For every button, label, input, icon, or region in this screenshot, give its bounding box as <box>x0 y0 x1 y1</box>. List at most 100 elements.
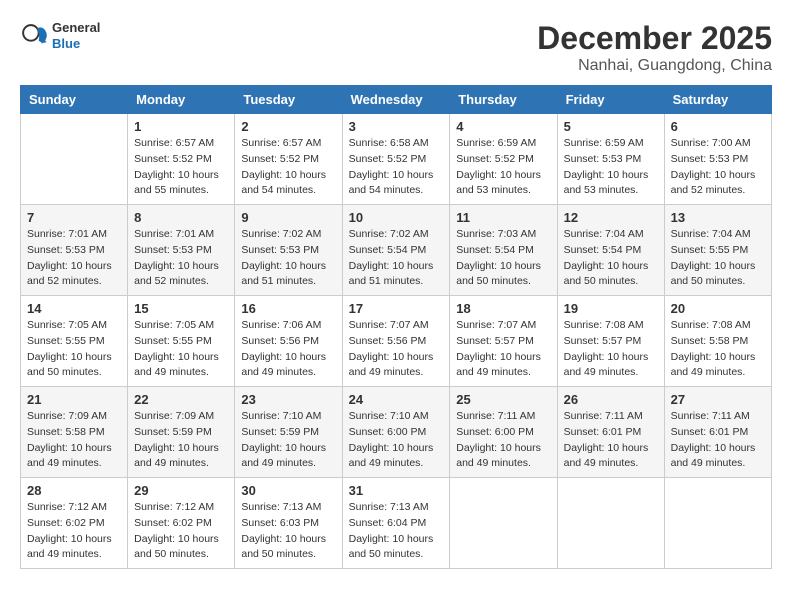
calendar-cell: 29 Sunrise: 7:12 AM Sunset: 6:02 PM Dayli… <box>128 478 235 569</box>
day-number: 3 <box>349 119 444 134</box>
location-title: Nanhai, Guangdong, China <box>537 57 772 75</box>
day-number: 17 <box>349 301 444 316</box>
day-number: 11 <box>456 210 550 225</box>
day-info: Sunrise: 6:57 AM Sunset: 5:52 PM Dayligh… <box>241 136 335 199</box>
calendar-table: SundayMondayTuesdayWednesdayThursdayFrid… <box>20 85 772 569</box>
day-info: Sunrise: 7:10 AM Sunset: 5:59 PM Dayligh… <box>241 409 335 472</box>
calendar-cell: 24Sunrise: 7:10 AM Sunset: 6:00 PM Dayli… <box>342 387 450 478</box>
day-info: Sunrise: 6:58 AM Sunset: 5:52 PM Dayligh… <box>349 136 444 199</box>
day-number: 26 <box>564 392 658 407</box>
day-number: 20 <box>671 301 765 316</box>
calendar-cell: 27 Sunrise: 7:11 AM Sunset: 6:01 PM Dayli… <box>664 387 771 478</box>
calendar-cell: 4 Sunrise: 6:59 AM Sunset: 5:52 PM Daylig… <box>450 114 557 205</box>
calendar-cell <box>557 478 664 569</box>
calendar-cell: 7 Sunrise: 7:01 AM Sunset: 5:53 PM Daylig… <box>21 205 128 296</box>
day-info: Sunrise: 7:09 AM Sunset: 5:58 PM Dayligh… <box>27 409 121 472</box>
day-number: 15 <box>134 301 228 316</box>
logo-icon <box>20 22 48 50</box>
calendar-cell: 25 Sunrise: 7:11 AM Sunset: 6:00 PM Dayli… <box>450 387 557 478</box>
logo-text: General Blue <box>52 20 100 51</box>
calendar-cell <box>450 478 557 569</box>
day-number: 12 <box>564 210 658 225</box>
calendar-cell: 16Sunrise: 7:06 AM Sunset: 5:56 PM Dayli… <box>235 296 342 387</box>
day-number: 2 <box>241 119 335 134</box>
day-info: Sunrise: 7:01 AM Sunset: 5:53 PM Dayligh… <box>134 227 228 290</box>
day-number: 25 <box>456 392 550 407</box>
day-number: 27 <box>671 392 765 407</box>
day-number: 7 <box>27 210 121 225</box>
calendar-cell: 31 Sunrise: 7:13 AM Sunset: 6:04 PM Dayli… <box>342 478 450 569</box>
calendar-cell: 26 Sunrise: 7:11 AM Sunset: 6:01 PM Dayli… <box>557 387 664 478</box>
day-info: Sunrise: 7:07 AM Sunset: 5:57 PM Dayligh… <box>456 318 550 381</box>
calendar-cell <box>21 114 128 205</box>
title-area: December 2025 Nanhai, Guangdong, China <box>537 20 772 75</box>
weekday-header: Tuesday <box>235 86 342 114</box>
calendar-cell: 23 Sunrise: 7:10 AM Sunset: 5:59 PM Dayli… <box>235 387 342 478</box>
day-info: Sunrise: 7:10 AM Sunset: 6:00 PM Dayligh… <box>349 409 444 472</box>
calendar-cell: 15 Sunrise: 7:05 AM Sunset: 5:55 PM Dayli… <box>128 296 235 387</box>
day-number: 10 <box>349 210 444 225</box>
day-info: Sunrise: 7:07 AM Sunset: 5:56 PM Dayligh… <box>349 318 444 381</box>
calendar-cell: 18Sunrise: 7:07 AM Sunset: 5:57 PM Dayli… <box>450 296 557 387</box>
day-info: Sunrise: 7:11 AM Sunset: 6:01 PM Dayligh… <box>564 409 658 472</box>
day-info: Sunrise: 7:03 AM Sunset: 5:54 PM Dayligh… <box>456 227 550 290</box>
calendar-cell: 10 Sunrise: 7:02 AM Sunset: 5:54 PM Dayli… <box>342 205 450 296</box>
calendar-cell: 6Sunrise: 7:00 AM Sunset: 5:53 PM Daylig… <box>664 114 771 205</box>
day-number: 23 <box>241 392 335 407</box>
day-number: 22 <box>134 392 228 407</box>
day-info: Sunrise: 7:04 AM Sunset: 5:55 PM Dayligh… <box>671 227 765 290</box>
day-number: 31 <box>349 483 444 498</box>
day-number: 13 <box>671 210 765 225</box>
calendar-header-row: SundayMondayTuesdayWednesdayThursdayFrid… <box>21 86 772 114</box>
calendar-cell: 12 Sunrise: 7:04 AM Sunset: 5:54 PM Dayli… <box>557 205 664 296</box>
calendar-cell: 11 Sunrise: 7:03 AM Sunset: 5:54 PM Dayli… <box>450 205 557 296</box>
day-info: Sunrise: 7:12 AM Sunset: 6:02 PM Dayligh… <box>27 500 121 563</box>
day-number: 14 <box>27 301 121 316</box>
day-number: 30 <box>241 483 335 498</box>
calendar-week-row: 28 Sunrise: 7:12 AM Sunset: 6:02 PM Dayli… <box>21 478 772 569</box>
day-info: Sunrise: 7:11 AM Sunset: 6:00 PM Dayligh… <box>456 409 550 472</box>
calendar-cell: 2 Sunrise: 6:57 AM Sunset: 5:52 PM Daylig… <box>235 114 342 205</box>
day-info: Sunrise: 7:02 AM Sunset: 5:54 PM Dayligh… <box>349 227 444 290</box>
weekday-header: Sunday <box>21 86 128 114</box>
weekday-header: Thursday <box>450 86 557 114</box>
day-info: Sunrise: 7:02 AM Sunset: 5:53 PM Dayligh… <box>241 227 335 290</box>
day-number: 8 <box>134 210 228 225</box>
calendar-cell: 1Sunrise: 6:57 AM Sunset: 5:52 PM Daylig… <box>128 114 235 205</box>
day-info: Sunrise: 6:57 AM Sunset: 5:52 PM Dayligh… <box>134 136 228 199</box>
weekday-header: Saturday <box>664 86 771 114</box>
calendar-cell <box>664 478 771 569</box>
weekday-header: Wednesday <box>342 86 450 114</box>
month-title: December 2025 <box>537 20 772 57</box>
day-number: 6 <box>671 119 765 134</box>
day-info: Sunrise: 7:01 AM Sunset: 5:53 PM Dayligh… <box>27 227 121 290</box>
weekday-header: Friday <box>557 86 664 114</box>
day-info: Sunrise: 7:05 AM Sunset: 5:55 PM Dayligh… <box>134 318 228 381</box>
calendar-cell: 3 Sunrise: 6:58 AM Sunset: 5:52 PM Daylig… <box>342 114 450 205</box>
calendar-cell: 5Sunrise: 6:59 AM Sunset: 5:53 PM Daylig… <box>557 114 664 205</box>
calendar-week-row: 21 Sunrise: 7:09 AM Sunset: 5:58 PM Dayli… <box>21 387 772 478</box>
calendar-cell: 8 Sunrise: 7:01 AM Sunset: 5:53 PM Daylig… <box>128 205 235 296</box>
calendar-cell: 28 Sunrise: 7:12 AM Sunset: 6:02 PM Dayli… <box>21 478 128 569</box>
day-info: Sunrise: 7:12 AM Sunset: 6:02 PM Dayligh… <box>134 500 228 563</box>
day-number: 21 <box>27 392 121 407</box>
day-info: Sunrise: 7:04 AM Sunset: 5:54 PM Dayligh… <box>564 227 658 290</box>
calendar-cell: 22Sunrise: 7:09 AM Sunset: 5:59 PM Dayli… <box>128 387 235 478</box>
calendar-cell: 30 Sunrise: 7:13 AM Sunset: 6:03 PM Dayli… <box>235 478 342 569</box>
day-info: Sunrise: 7:08 AM Sunset: 5:57 PM Dayligh… <box>564 318 658 381</box>
calendar-week-row: 7 Sunrise: 7:01 AM Sunset: 5:53 PM Daylig… <box>21 205 772 296</box>
day-number: 16 <box>241 301 335 316</box>
day-number: 29 <box>134 483 228 498</box>
weekday-header: Monday <box>128 86 235 114</box>
day-info: Sunrise: 7:13 AM Sunset: 6:03 PM Dayligh… <box>241 500 335 563</box>
day-info: Sunrise: 7:13 AM Sunset: 6:04 PM Dayligh… <box>349 500 444 563</box>
day-info: Sunrise: 6:59 AM Sunset: 5:52 PM Dayligh… <box>456 136 550 199</box>
day-info: Sunrise: 7:11 AM Sunset: 6:01 PM Dayligh… <box>671 409 765 472</box>
day-info: Sunrise: 7:05 AM Sunset: 5:55 PM Dayligh… <box>27 318 121 381</box>
day-number: 5 <box>564 119 658 134</box>
day-number: 4 <box>456 119 550 134</box>
page-header: General Blue December 2025 Nanhai, Guang… <box>20 20 772 75</box>
day-number: 28 <box>27 483 121 498</box>
calendar-cell: 20Sunrise: 7:08 AM Sunset: 5:58 PM Dayli… <box>664 296 771 387</box>
day-number: 19 <box>564 301 658 316</box>
